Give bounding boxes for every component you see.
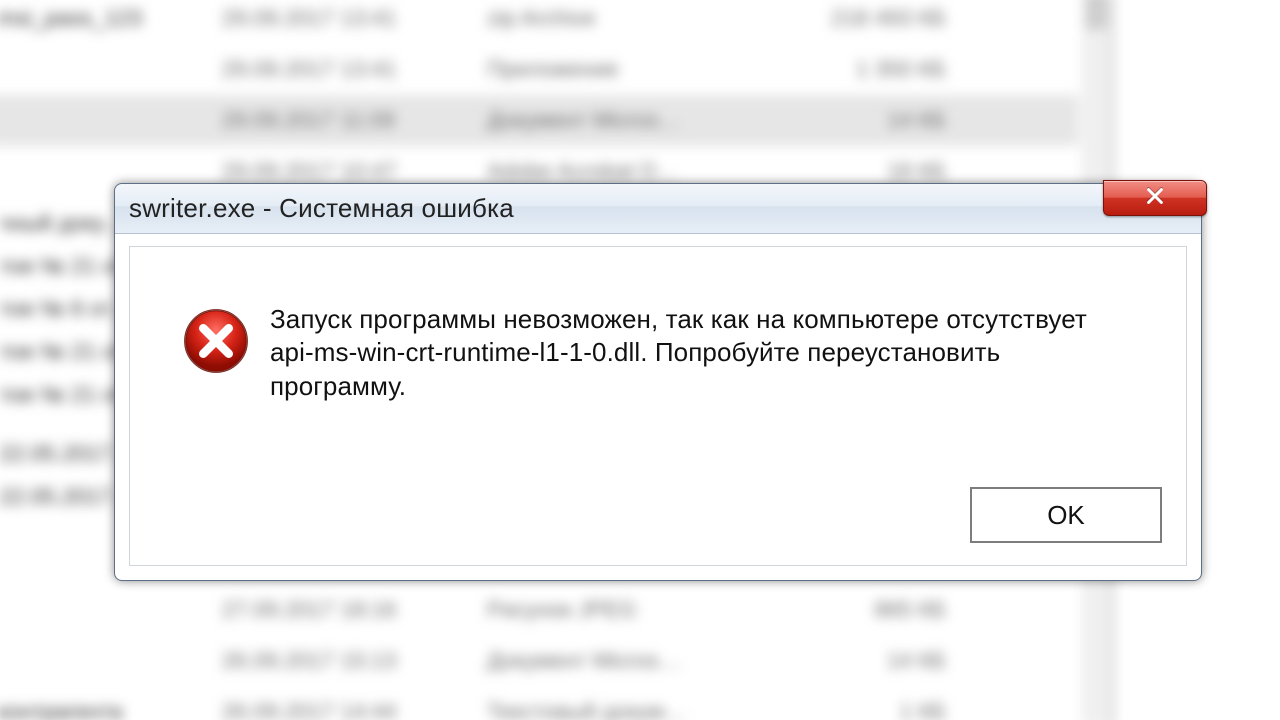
bg-top-rows: msi_pass_123 29.09.2017 13:41 zip Archiv…: [0, 0, 1079, 197]
cell-date: 26.09.2017 15:13: [222, 648, 487, 675]
cell-date: 26.09.2017 14:44: [222, 699, 487, 720]
table-row: контрагента 26.09.2017 14:44 Текстовый д…: [0, 686, 1079, 720]
error-message: Запуск программы невозможен, так как на …: [270, 303, 1130, 403]
cell-size: 1 КБ: [773, 699, 957, 720]
cell-type: Документ Micros…: [487, 648, 773, 675]
cell-type: Adobe Acrobat D…: [487, 158, 773, 185]
cell-size: 14 КБ: [773, 107, 957, 134]
cell-date: 29.09.2017 10:47: [222, 158, 487, 185]
cell-date: 29.09.2017 13:41: [222, 5, 487, 32]
close-button[interactable]: [1103, 180, 1207, 216]
cell-name: msi_pass_123: [0, 5, 222, 32]
table-row: msi_pass_123 29.09.2017 13:41 zip Archiv…: [0, 0, 1079, 44]
cell-date: 27.09.2017 18:16: [222, 597, 487, 624]
bg-scrollbar-thumb: [1087, 0, 1106, 29]
table-row: 27.09.2017 18:16 Рисунок JPEG 865 КБ: [0, 584, 1079, 635]
message-area: Запуск программы невозможен, так как на …: [130, 247, 1186, 403]
cell-size: 218 493 КБ: [773, 5, 957, 32]
cell-size: 18 КБ: [773, 158, 957, 185]
dialog-body: Запуск программы невозможен, так как на …: [129, 246, 1187, 566]
cell-size: 14 КБ: [773, 648, 957, 675]
cell-type: Приложение: [487, 56, 773, 83]
cell-size: 865 КБ: [773, 597, 957, 624]
error-dialog: swriter.exe - Системная ошибка: [114, 183, 1202, 581]
cell-size: 1 350 КБ: [773, 56, 957, 83]
cell-date: 29.09.2017 11:09: [222, 107, 487, 134]
cell-type: Рисунок JPEG: [487, 597, 773, 624]
table-row: 29.09.2017 13:41 Приложение 1 350 КБ: [0, 44, 1079, 95]
cell-type: zip Archive: [487, 5, 773, 32]
cell-date: 29.09.2017 13:41: [222, 56, 487, 83]
table-row: 29.09.2017 11:09 Документ Micros… 14 КБ: [0, 95, 1079, 146]
ok-button[interactable]: OK: [970, 487, 1162, 543]
cell-type: Текстовый докум…: [487, 699, 773, 720]
dialog-buttons: OK: [970, 487, 1162, 543]
dialog-titlebar[interactable]: swriter.exe - Системная ошибка: [115, 184, 1201, 234]
bg-bottom-rows: 27.09.2017 18:16 Рисунок JPEG 865 КБ 26.…: [0, 584, 1079, 720]
cell-type: Документ Micros…: [487, 107, 773, 134]
error-icon: [182, 307, 250, 375]
cell-name: контрагента: [0, 699, 222, 720]
dialog-title: swriter.exe - Системная ошибка: [115, 193, 514, 224]
table-row: 26.09.2017 15:13 Документ Micros… 14 КБ: [0, 635, 1079, 686]
close-icon: [1144, 185, 1166, 212]
